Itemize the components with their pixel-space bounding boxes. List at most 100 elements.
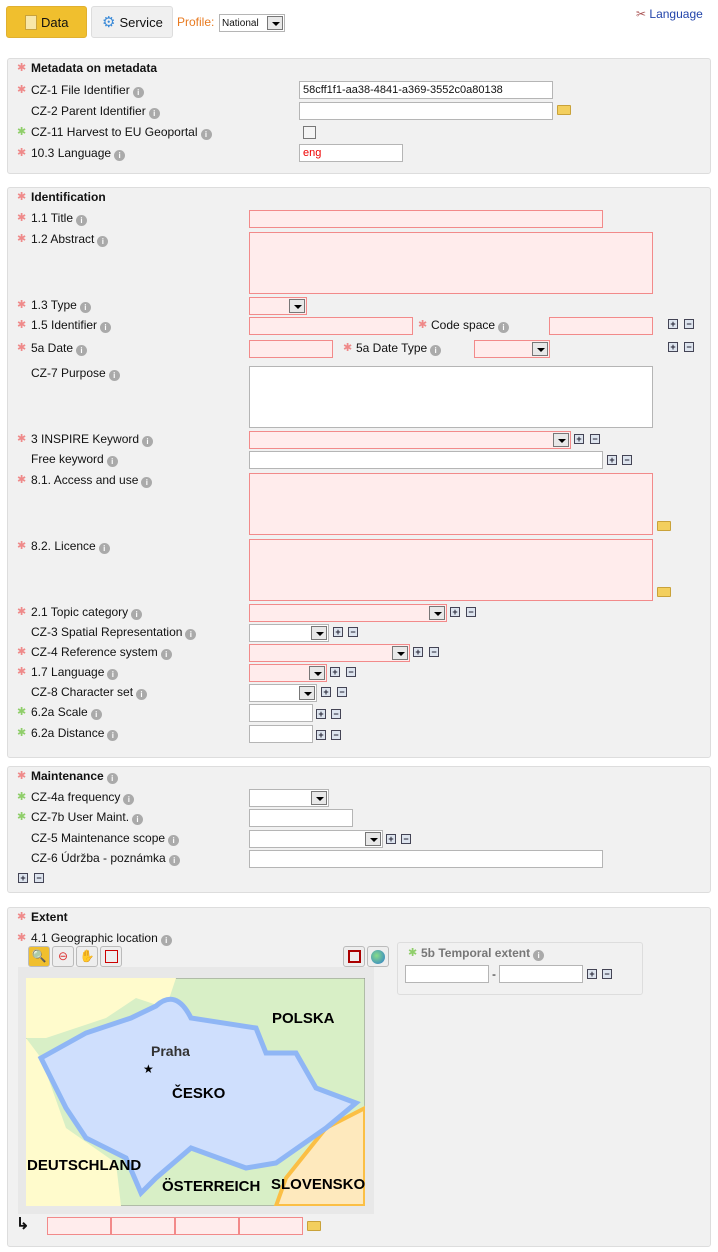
frequency-select[interactable] [249, 789, 329, 807]
topic-select[interactable] [249, 604, 447, 622]
scale-input[interactable] [249, 704, 313, 722]
folder-icon[interactable] [657, 587, 671, 597]
title-input[interactable] [249, 210, 603, 228]
add-icon[interactable]: + [316, 730, 326, 740]
info-icon[interactable]: i [79, 302, 91, 313]
note-input[interactable] [249, 850, 603, 868]
info-icon[interactable]: i [76, 215, 88, 226]
info-icon[interactable]: i [142, 436, 154, 447]
info-icon[interactable]: i [160, 935, 172, 946]
remove-icon[interactable]: − [466, 607, 476, 617]
map[interactable]: Praha ★ ČESKO POLSKA DEUTSCHLAND ÖSTERRE… [26, 978, 365, 1206]
remove-icon[interactable]: − [590, 434, 600, 444]
chevron-down-icon[interactable] [311, 791, 327, 805]
info-icon[interactable]: i [76, 345, 88, 356]
bbox-south-input[interactable] [111, 1217, 175, 1235]
chevron-down-icon[interactable] [309, 666, 325, 680]
bbox-west-input[interactable] [47, 1217, 111, 1235]
add-icon[interactable]: + [574, 434, 584, 444]
pan-button[interactable]: ✋ [76, 946, 98, 967]
purpose-textarea[interactable] [249, 366, 653, 428]
globe-button[interactable] [367, 946, 389, 967]
chevron-down-icon[interactable] [267, 16, 283, 30]
chevron-down-icon[interactable] [289, 299, 305, 313]
info-icon[interactable]: i [97, 236, 109, 247]
add-icon[interactable]: + [333, 627, 343, 637]
info-icon[interactable]: i [107, 669, 119, 680]
info-icon[interactable]: i [114, 150, 126, 161]
chevron-down-icon[interactable] [532, 342, 548, 356]
info-icon[interactable]: i [132, 87, 144, 98]
remove-icon[interactable]: − [622, 455, 632, 465]
add-icon[interactable]: + [18, 873, 28, 883]
abstract-textarea[interactable] [249, 232, 653, 294]
folder-icon[interactable] [657, 521, 671, 531]
draw-box-button[interactable] [100, 946, 122, 967]
info-icon[interactable]: i [168, 835, 180, 846]
chevron-down-icon[interactable] [553, 433, 569, 447]
user-maint-input[interactable] [249, 809, 353, 827]
full-extent-button[interactable] [343, 946, 365, 967]
access-textarea[interactable] [249, 473, 653, 535]
remove-icon[interactable]: − [684, 342, 694, 352]
folder-icon[interactable] [557, 105, 571, 115]
info-icon[interactable]: i [132, 814, 144, 825]
remove-icon[interactable]: − [34, 873, 44, 883]
language-input[interactable]: eng [299, 144, 403, 162]
zoom-out-button[interactable]: ⊖ [52, 946, 74, 967]
info-icon[interactable]: i [148, 108, 160, 119]
remove-icon[interactable]: − [346, 667, 356, 677]
remove-icon[interactable]: − [684, 319, 694, 329]
info-icon[interactable]: i [185, 629, 197, 640]
add-icon[interactable]: + [587, 969, 597, 979]
profile-select[interactable]: National [219, 14, 285, 32]
refsys-select[interactable] [249, 644, 410, 662]
info-icon[interactable]: i [106, 773, 118, 784]
info-icon[interactable]: i [498, 322, 510, 333]
remove-icon[interactable]: − [348, 627, 358, 637]
temporal-begin-input[interactable] [405, 965, 489, 983]
info-icon[interactable]: i [108, 370, 120, 381]
remove-icon[interactable]: − [331, 709, 341, 719]
bbox-north-input[interactable] [239, 1217, 303, 1235]
folder-icon[interactable] [307, 1221, 321, 1231]
scope-select[interactable] [249, 830, 383, 848]
info-icon[interactable]: i [136, 689, 148, 700]
add-icon[interactable]: + [668, 342, 678, 352]
chevron-down-icon[interactable] [365, 832, 381, 846]
info-icon[interactable]: i [131, 609, 143, 620]
info-icon[interactable]: i [141, 477, 153, 488]
add-icon[interactable]: + [321, 687, 331, 697]
info-icon[interactable]: i [160, 649, 172, 660]
temporal-end-input[interactable] [499, 965, 583, 983]
datetype-select[interactable] [474, 340, 550, 358]
info-icon[interactable]: i [533, 950, 545, 961]
harvest-checkbox[interactable] [303, 126, 316, 139]
remove-icon[interactable]: − [401, 834, 411, 844]
codespace-input[interactable] [549, 317, 653, 335]
service-tab[interactable]: ⚙ Service [91, 6, 173, 38]
add-icon[interactable]: + [386, 834, 396, 844]
info-icon[interactable]: i [98, 543, 110, 554]
data-tab[interactable]: Data [6, 6, 87, 38]
add-icon[interactable]: + [450, 607, 460, 617]
info-icon[interactable]: i [90, 709, 102, 720]
licence-textarea[interactable] [249, 539, 653, 601]
chevron-down-icon[interactable] [392, 646, 408, 660]
add-icon[interactable]: + [413, 647, 423, 657]
type-select[interactable] [249, 297, 307, 315]
info-icon[interactable]: i [106, 456, 118, 467]
info-icon[interactable]: i [200, 129, 212, 140]
chevron-down-icon[interactable] [311, 626, 327, 640]
add-icon[interactable]: + [668, 319, 678, 329]
date-input[interactable] [249, 340, 333, 358]
info-icon[interactable]: i [168, 855, 180, 866]
chevron-down-icon[interactable] [299, 686, 315, 700]
zoom-in-button[interactable]: 🔍 [28, 946, 50, 967]
spatial-select[interactable] [249, 624, 329, 642]
identifier-input[interactable] [249, 317, 413, 335]
language-link[interactable]: ✂ Language [636, 7, 703, 21]
info-icon[interactable]: i [100, 322, 112, 333]
charset-select[interactable] [249, 684, 317, 702]
remove-icon[interactable]: − [331, 730, 341, 740]
